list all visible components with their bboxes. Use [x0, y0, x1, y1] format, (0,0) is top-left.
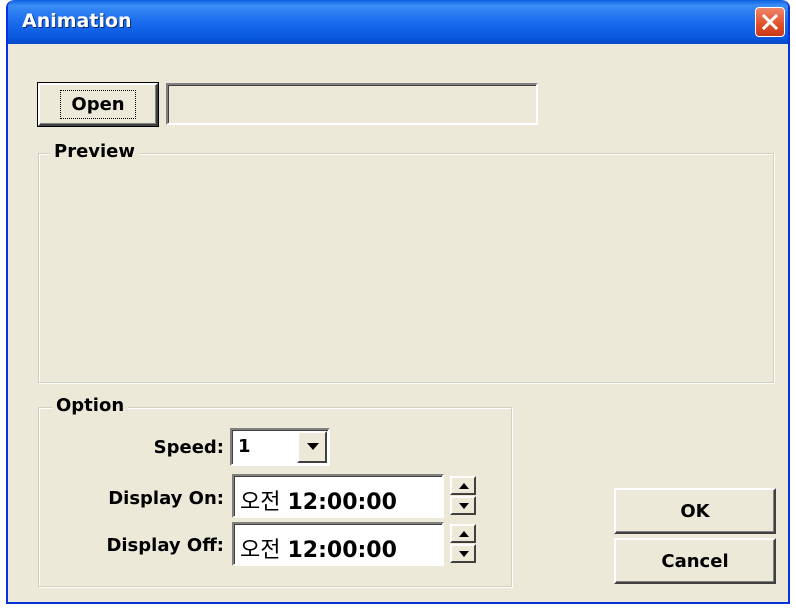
- display-on-time: 12:00:00: [287, 490, 397, 515]
- display-on-spin-up[interactable]: [450, 476, 476, 495]
- display-off-time-value: 오전 12:00:00: [240, 532, 397, 564]
- display-on-ampm: 오전: [240, 490, 281, 515]
- open-button[interactable]: Open: [37, 82, 159, 127]
- display-off-spinner: [450, 524, 480, 564]
- preview-label: Preview: [50, 141, 140, 162]
- display-off-spin-down[interactable]: [450, 544, 476, 563]
- window-title: Animation: [22, 10, 132, 32]
- ok-button[interactable]: OK: [614, 488, 776, 534]
- spin-up-icon: [459, 483, 469, 489]
- open-button-label: Open: [60, 90, 136, 119]
- display-on-label: Display On:: [108, 488, 224, 509]
- speed-label: Speed:: [153, 437, 224, 458]
- chevron-down-icon: [307, 443, 319, 450]
- display-on-spin-down[interactable]: [450, 496, 476, 515]
- speed-value: 1: [238, 436, 251, 457]
- title-bar[interactable]: Animation: [8, 0, 788, 44]
- display-off-label: Display Off:: [106, 535, 224, 556]
- display-on-spinner: [450, 476, 480, 516]
- close-icon: [762, 14, 778, 30]
- display-off-time: 12:00:00: [287, 538, 397, 563]
- option-label: Option: [52, 395, 129, 416]
- file-path-field[interactable]: [166, 83, 538, 125]
- display-on-time-value: 오전 12:00:00: [240, 484, 397, 516]
- preview-group: [38, 153, 774, 383]
- spin-down-icon: [459, 503, 469, 509]
- speed-dropdown-button[interactable]: [297, 431, 327, 463]
- display-on-time-input[interactable]: 오전 12:00:00: [232, 474, 444, 518]
- spin-up-icon: [459, 531, 469, 537]
- speed-select[interactable]: 1: [230, 428, 330, 466]
- display-off-spin-up[interactable]: [450, 524, 476, 543]
- cancel-button[interactable]: Cancel: [614, 538, 776, 584]
- display-off-ampm: 오전: [240, 538, 281, 563]
- display-off-time-input[interactable]: 오전 12:00:00: [232, 522, 444, 566]
- close-button[interactable]: [755, 7, 785, 37]
- spin-down-icon: [459, 551, 469, 557]
